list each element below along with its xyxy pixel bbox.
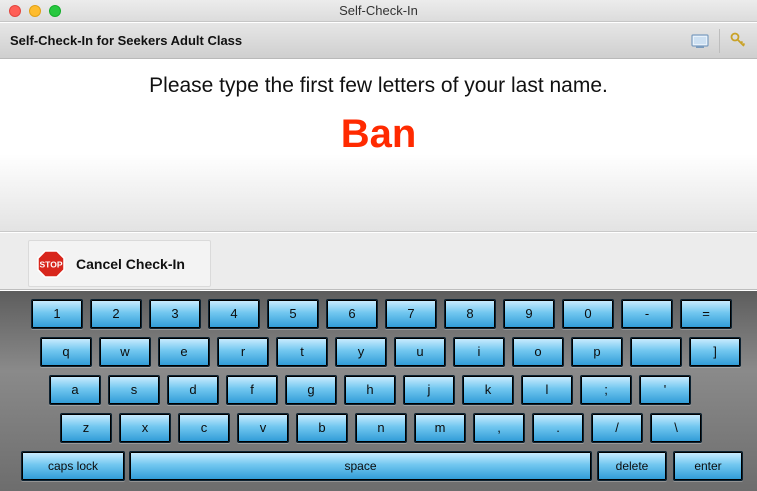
minimize-window-button[interactable]	[29, 5, 41, 17]
key-comma[interactable]: ,	[473, 413, 525, 443]
key-slash[interactable]: /	[591, 413, 643, 443]
key-p[interactable]: p	[571, 337, 623, 367]
key-q[interactable]: q	[40, 337, 92, 367]
key-semicolon[interactable]: ;	[580, 375, 632, 405]
key-a[interactable]: a	[49, 375, 101, 405]
key-left-bracket[interactable]	[630, 337, 682, 367]
key-3[interactable]: 3	[149, 299, 201, 329]
delete-key[interactable]: delete	[597, 451, 667, 481]
key-h[interactable]: h	[344, 375, 396, 405]
key-m[interactable]: m	[414, 413, 466, 443]
key-k[interactable]: k	[462, 375, 514, 405]
cancel-check-in-button[interactable]: STOP Cancel Check-In	[28, 240, 211, 287]
toolbar-divider	[719, 29, 720, 53]
window-title: Self-Check-In	[339, 3, 418, 18]
key-backslash[interactable]: \	[650, 413, 702, 443]
enter-key[interactable]: enter	[673, 451, 743, 481]
key-j[interactable]: j	[403, 375, 455, 405]
on-screen-keyboard: 1 2 3 4 5 6 7 8 9 0 - = q w e r t y u i …	[0, 291, 757, 491]
stop-sign-text: STOP	[40, 259, 63, 269]
key-l[interactable]: l	[521, 375, 573, 405]
key-r[interactable]: r	[217, 337, 269, 367]
prompt-area: Please type the first few letters of you…	[0, 60, 757, 232]
key-z[interactable]: z	[60, 413, 112, 443]
toolbar: Self-Check-In for Seekers Adult Class	[0, 23, 757, 59]
key-w[interactable]: w	[99, 337, 151, 367]
key-minus[interactable]: -	[621, 299, 673, 329]
action-bar: STOP Cancel Check-In	[0, 233, 757, 290]
key-6[interactable]: 6	[326, 299, 378, 329]
key-e[interactable]: e	[158, 337, 210, 367]
key-b[interactable]: b	[296, 413, 348, 443]
key-f[interactable]: f	[226, 375, 278, 405]
window-titlebar: Self-Check-In	[0, 0, 757, 22]
key-t[interactable]: t	[276, 337, 328, 367]
window-controls	[9, 5, 61, 17]
key-period[interactable]: .	[532, 413, 584, 443]
key-4[interactable]: 4	[208, 299, 260, 329]
key-2[interactable]: 2	[90, 299, 142, 329]
key-c[interactable]: c	[178, 413, 230, 443]
space-key[interactable]: space	[129, 451, 592, 481]
stop-sign-icon: STOP	[37, 249, 65, 278]
keys-icon[interactable]	[728, 31, 748, 51]
key-n[interactable]: n	[355, 413, 407, 443]
key-1[interactable]: 1	[31, 299, 83, 329]
zoom-window-button[interactable]	[49, 5, 61, 17]
key-x[interactable]: x	[119, 413, 171, 443]
close-window-button[interactable]	[9, 5, 21, 17]
key-v[interactable]: v	[237, 413, 289, 443]
key-g[interactable]: g	[285, 375, 337, 405]
key-y[interactable]: y	[335, 337, 387, 367]
display-icon[interactable]	[690, 31, 710, 51]
cancel-check-in-label: Cancel Check-In	[76, 255, 185, 272]
key-7[interactable]: 7	[385, 299, 437, 329]
key-5[interactable]: 5	[267, 299, 319, 329]
key-d[interactable]: d	[167, 375, 219, 405]
key-right-bracket[interactable]: ]	[689, 337, 741, 367]
key-9[interactable]: 9	[503, 299, 555, 329]
key-apostrophe[interactable]: '	[639, 375, 691, 405]
key-i[interactable]: i	[453, 337, 505, 367]
instruction-text: Please type the first few letters of you…	[149, 74, 608, 97]
key-equals[interactable]: =	[680, 299, 732, 329]
caps-lock-key[interactable]: caps lock	[21, 451, 125, 481]
key-s[interactable]: s	[108, 375, 160, 405]
key-0[interactable]: 0	[562, 299, 614, 329]
typed-name-display: Ban	[340, 112, 417, 156]
class-title: Self-Check-In for Seekers Adult Class	[10, 33, 243, 48]
key-u[interactable]: u	[394, 337, 446, 367]
key-o[interactable]: o	[512, 337, 564, 367]
key-8[interactable]: 8	[444, 299, 496, 329]
